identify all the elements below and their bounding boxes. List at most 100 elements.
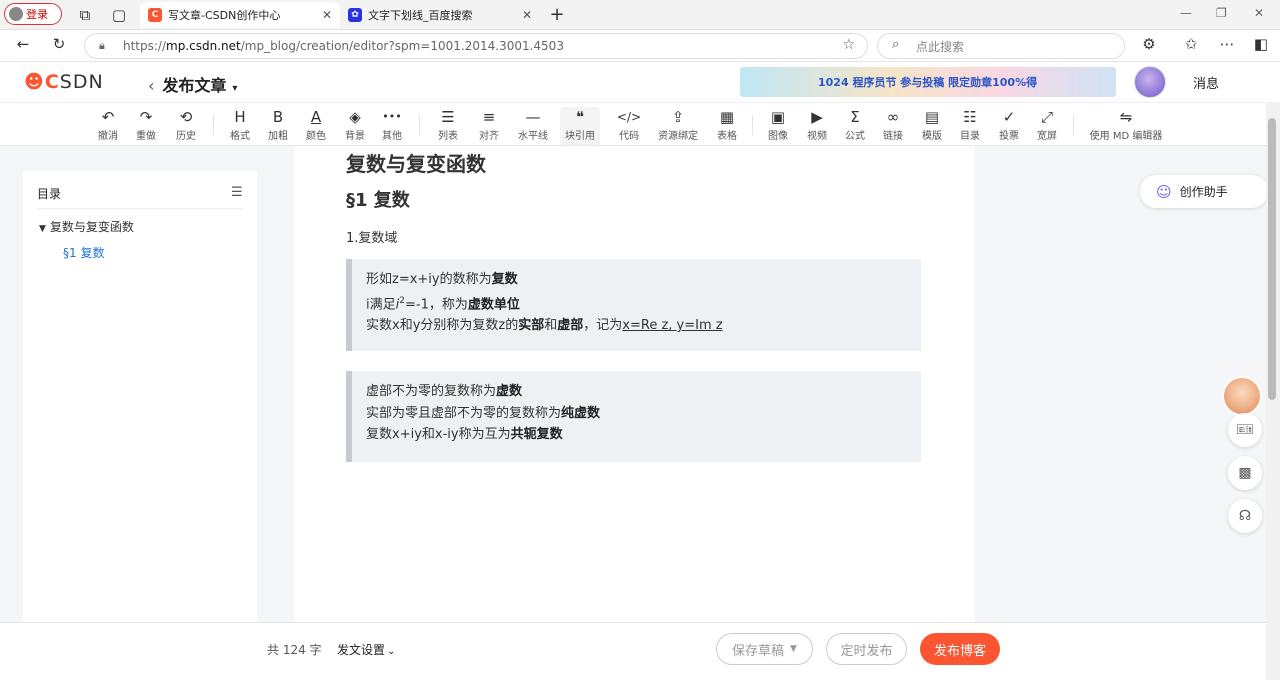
- toolbar-label: 视频: [807, 131, 827, 142]
- minimize-icon[interactable]: —: [1180, 6, 1192, 20]
- restore-icon[interactable]: ❐: [1216, 6, 1227, 20]
- new-tab-button[interactable]: +: [546, 4, 568, 25]
- publish-settings[interactable]: 发文设置 ⌄: [337, 641, 395, 658]
- blockquote-2[interactable]: 虚部不为零的复数称为虚数 实部为零且虚部不为零的复数称为纯虚数 复数x+iy和x…: [346, 371, 921, 462]
- refresh-icon[interactable]: ↻: [48, 35, 70, 53]
- csdn-logo[interactable]: ☻CSDN: [24, 71, 104, 93]
- tab-baidu-search[interactable]: ✿ 文字下划线_百度搜索 ✕: [340, 2, 540, 28]
- underlined-text: x=Re z, y=Im z: [622, 318, 723, 334]
- align-button[interactable]: ≡ 对齐: [469, 107, 509, 145]
- save-draft-label: 保存草稿: [732, 643, 785, 659]
- login-button[interactable]: 登录: [4, 3, 62, 25]
- caret-down-icon: ▼: [790, 644, 797, 654]
- link-icon: ∞: [886, 108, 900, 126]
- image-button[interactable]: ▣ 图像: [758, 107, 798, 145]
- sidebar-icon[interactable]: ◧: [1250, 35, 1272, 53]
- undo-icon: ↶: [101, 108, 115, 126]
- toolbar-label: 模版: [922, 131, 942, 142]
- video-icon: ▶: [811, 108, 823, 126]
- bold-text: 复数: [491, 272, 518, 287]
- formula-button[interactable]: Σ 公式: [835, 107, 875, 145]
- bold-text: 虚数: [496, 384, 523, 399]
- promo-banner[interactable]: 1024 程序员节 参与投稿 限定勋章100%得: [740, 67, 1116, 97]
- toc-item-section[interactable]: §1 复数: [63, 244, 104, 261]
- toc-item-chapter[interactable]: ▼ 复数与复变函数: [39, 218, 134, 235]
- timed-publish-button[interactable]: 定时发布: [826, 633, 907, 665]
- close-icon[interactable]: ✕: [522, 8, 532, 22]
- toc-button[interactable]: ☷ 目录: [950, 107, 990, 145]
- quote-icon: ❝: [575, 108, 585, 126]
- bold-button[interactable]: B 加粗: [258, 107, 298, 145]
- link-button[interactable]: ∞ 链接: [873, 107, 913, 145]
- extensions-icon[interactable]: ⚙: [1138, 35, 1160, 53]
- close-icon[interactable]: ✕: [322, 8, 332, 22]
- headset-icon[interactable]: ☊: [1228, 499, 1262, 533]
- redo-button[interactable]: ↷ 重做: [126, 107, 166, 145]
- collections-icon[interactable]: ⧉: [74, 6, 96, 24]
- quote-line: 虚部不为零的复数称为虚数: [366, 381, 907, 403]
- md-editor-button[interactable]: ⇋ 使用 MD 编辑器: [1086, 107, 1166, 145]
- editor-canvas[interactable]: 复数与复变函数 §1 复数 1.复数域 形如z=x+iy的数称为复数 i满足i2…: [294, 146, 974, 622]
- other-button[interactable]: ••• 其他: [372, 107, 412, 145]
- text: =-1，称为: [404, 296, 468, 312]
- upload-icon: ⇪: [671, 108, 685, 126]
- code-button[interactable]: </> 代码: [609, 107, 649, 145]
- scrollbar-thumb[interactable]: [1268, 118, 1276, 400]
- qrcode-icon[interactable]: ▩: [1228, 456, 1262, 490]
- tab-csdn-editor[interactable]: C 写文章-CSDN创作中心 ✕: [140, 2, 340, 28]
- toolbar-label: 对齐: [479, 131, 499, 142]
- search-icon: ⌕: [892, 37, 900, 52]
- address-bar-row: ← ↻ 🔒︎ https://mp.csdn.net/mp_blog/creat…: [0, 30, 1280, 62]
- toolbar-label: 链接: [883, 131, 903, 142]
- hr-button[interactable]: — 水平线: [513, 107, 553, 145]
- bold-text: 虚数单位: [467, 296, 520, 312]
- back-chevron-icon[interactable]: ‹: [148, 76, 154, 95]
- mascot-icon[interactable]: [1222, 376, 1262, 416]
- template-button[interactable]: ▤ 模版: [912, 107, 952, 145]
- chevron-down-icon: ⌄: [387, 646, 396, 657]
- avatar[interactable]: [1134, 66, 1166, 98]
- banner-text: 1024 程序员节 参与投稿 限定勋章100%得: [818, 76, 1038, 89]
- text: 虚部不为零的复数称为: [366, 384, 497, 399]
- url-field[interactable]: 🔒︎ https://mp.csdn.net/mp_blog/creation/…: [84, 33, 868, 59]
- messages-link[interactable]: 消息: [1193, 73, 1219, 92]
- collapse-icon[interactable]: ☰: [231, 185, 243, 200]
- tab-actions-icon[interactable]: ▢: [108, 6, 130, 24]
- list-button[interactable]: ☰ 列表: [428, 107, 468, 145]
- vote-button[interactable]: ✓ 投票: [989, 107, 1029, 145]
- doc-paragraph[interactable]: 1.复数域: [346, 227, 397, 246]
- page-title[interactable]: ‹ 发布文章 ▾: [148, 72, 237, 96]
- blockquote-button[interactable]: ❝ 块引用: [560, 107, 600, 145]
- favorites-icon[interactable]: ✩: [1180, 35, 1202, 53]
- publish-button[interactable]: 发布博客: [920, 633, 1000, 665]
- doc-heading-2[interactable]: §1 复数: [346, 186, 410, 212]
- doc-heading-1[interactable]: 复数与复变函数: [346, 148, 486, 177]
- text: 复数x+iy和x-iy称为互为: [366, 427, 511, 442]
- video-button[interactable]: ▶ 视频: [797, 107, 837, 145]
- toolbar-label: 其他: [382, 131, 402, 142]
- widescreen-button[interactable]: ⤢ 宽屏: [1027, 107, 1067, 145]
- resource-bind-button[interactable]: ⇪ 资源绑定: [652, 107, 704, 145]
- back-icon[interactable]: ←: [12, 35, 34, 53]
- favorite-star-icon[interactable]: ☆: [842, 37, 855, 53]
- image-icon: ▣: [770, 108, 786, 126]
- history-button[interactable]: ⟲ 历史: [166, 107, 206, 145]
- background-button[interactable]: ◈ 背景: [335, 107, 375, 145]
- history-icon: ⟲: [179, 108, 193, 126]
- undo-button[interactable]: ↶ 撤消: [88, 107, 128, 145]
- coupon-icon[interactable]: 🎫︎: [1228, 413, 1262, 447]
- chevron-down-icon: ▾: [232, 83, 238, 94]
- creation-assistant-button[interactable]: ☺ 创作助手: [1140, 175, 1268, 208]
- table-button[interactable]: ▦ 表格: [707, 107, 747, 145]
- search-placeholder: 点此搜索: [916, 39, 965, 54]
- toolbar-label: 历史: [176, 131, 196, 142]
- color-button[interactable]: A 颜色: [296, 107, 336, 145]
- save-draft-button[interactable]: 保存草稿 ▼: [716, 633, 813, 665]
- more-icon[interactable]: ⋯: [1216, 35, 1238, 53]
- format-button[interactable]: H 格式: [220, 107, 260, 145]
- window-close-icon[interactable]: ✕: [1254, 6, 1264, 20]
- search-input[interactable]: ⌕ 点此搜索: [877, 33, 1125, 59]
- text: i满足: [366, 296, 396, 312]
- blockquote-1[interactable]: 形如z=x+iy的数称为复数 i满足i2=-1，称为虚数单位 实数x和y分别称为…: [346, 259, 921, 351]
- text: 实部为零且虚部不为零的复数称为: [366, 405, 562, 421]
